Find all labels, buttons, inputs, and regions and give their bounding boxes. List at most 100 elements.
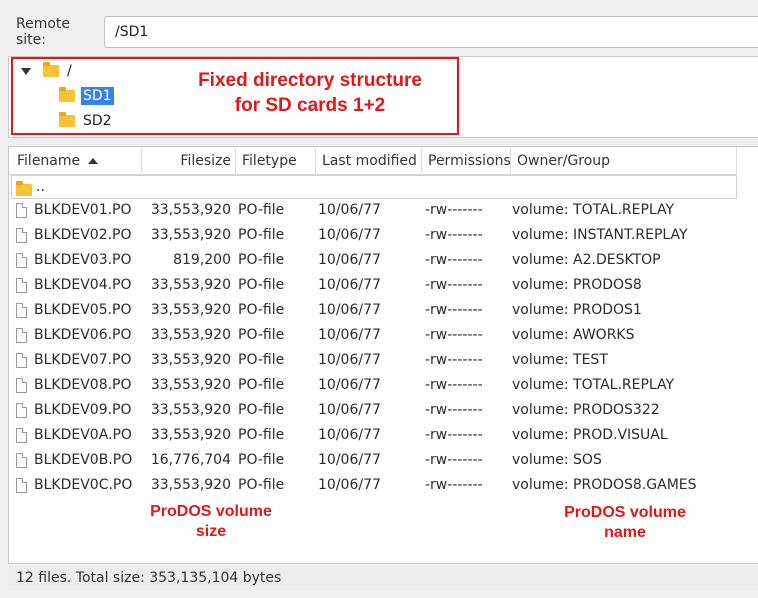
column-header-filesize[interactable]: Filesize [142, 147, 236, 175]
cell-filesize: 33,553,920 [150, 302, 231, 318]
cell-permissions: -rw------- [425, 227, 483, 243]
annotation-line: ProDOS volume [564, 504, 686, 521]
annotation-line: for SD cards 1+2 [234, 95, 386, 116]
cell-last-modified: 10/06/77 [318, 352, 381, 368]
cell-filename: BLKDEV03.PO [34, 252, 132, 268]
cell-filetype: PO-file [238, 477, 285, 493]
cell-filename: BLKDEV02.PO [34, 227, 132, 243]
column-header-label: Filename [17, 153, 81, 169]
cell-filetype: PO-file [238, 352, 285, 368]
file-icon [16, 453, 27, 468]
cell-last-modified: 10/06/77 [318, 277, 381, 293]
cell-last-modified: 10/06/77 [318, 377, 381, 393]
cell-filetype: PO-file [238, 402, 285, 418]
cell-owner-group: volume: PROD.VISUAL [512, 427, 668, 443]
parent-directory-label: .. [36, 179, 45, 195]
cell-filetype: PO-file [238, 202, 285, 218]
cell-permissions: -rw------- [425, 427, 483, 443]
table-row[interactable]: BLKDEV02.PO 33,553,920 PO-file 10/06/77 -rw-… [9, 223, 737, 248]
cell-filename: BLKDEV04.PO [34, 277, 132, 293]
table-row[interactable]: BLKDEV0B.PO 16,776,704 PO-file 10/06/77 -rw-… [9, 448, 737, 473]
cell-permissions: -rw------- [425, 277, 483, 293]
cell-filetype: PO-file [238, 427, 285, 443]
table-row[interactable]: BLKDEV07.PO 33,553,920 PO-file 10/06/77 -rw-… [9, 348, 737, 373]
cell-owner-group: volume: PRODOS8.GAMES [512, 477, 697, 493]
cell-filename: BLKDEV01.PO [34, 202, 132, 218]
file-icon [16, 253, 27, 268]
cell-filename: BLKDEV05.PO [34, 302, 132, 318]
column-header-permissions[interactable]: Permissions [422, 147, 511, 175]
cell-filesize: 33,553,920 [150, 227, 231, 243]
cell-filename: BLKDEV07.PO [34, 352, 132, 368]
cell-filesize: 33,553,920 [150, 377, 231, 393]
cell-last-modified: 10/06/77 [318, 202, 381, 218]
cell-owner-group: volume: PRODOS8 [512, 277, 642, 293]
column-header-filetype[interactable]: Filetype [236, 147, 316, 175]
column-header-last-modified[interactable]: Last modified [316, 147, 422, 175]
table-row[interactable]: BLKDEV08.PO 33,553,920 PO-file 10/06/77 -rw-… [9, 373, 737, 398]
remote-site-label: Remote site: [16, 16, 71, 48]
cell-filesize: 819,200 [173, 252, 231, 268]
cell-permissions: -rw------- [425, 452, 483, 468]
annotation-line: name [604, 524, 646, 541]
cell-owner-group: volume: PRODOS1 [512, 302, 642, 318]
column-header-filename[interactable]: Filename [9, 147, 142, 175]
status-bar: 12 files. Total size: 353,135,104 bytes [8, 566, 758, 590]
cell-filename: BLKDEV06.PO [34, 327, 132, 343]
annotation-volume-name: ProDOS volume name [550, 503, 700, 543]
table-row[interactable]: BLKDEV0A.PO 33,553,920 PO-file 10/06/77 -rw-… [9, 423, 737, 448]
cell-permissions: -rw------- [425, 252, 483, 268]
column-header-owner-group[interactable]: Owner/Group [511, 147, 737, 175]
cell-filesize: 33,553,920 [150, 352, 231, 368]
cell-last-modified: 10/06/77 [318, 252, 381, 268]
cell-owner-group: volume: PRODOS322 [512, 402, 660, 418]
file-icon [16, 203, 27, 218]
cell-filename: BLKDEV0C.PO [34, 477, 133, 493]
file-icon [16, 403, 27, 418]
file-icon [16, 378, 27, 393]
cell-owner-group: volume: TOTAL.REPLAY [512, 202, 675, 218]
remote-site-input[interactable] [104, 16, 758, 48]
cell-owner-group: volume: TEST [512, 352, 608, 368]
cell-filesize: 16,776,704 [150, 452, 231, 468]
cell-permissions: -rw------- [425, 202, 483, 218]
cell-filesize: 33,553,920 [150, 427, 231, 443]
cell-filetype: PO-file [238, 227, 285, 243]
cell-owner-group: volume: A2.DESKTOP [512, 252, 661, 268]
cell-filename: BLKDEV0A.PO [34, 427, 132, 443]
table-row[interactable]: BLKDEV06.PO 33,553,920 PO-file 10/06/77 -rw-… [9, 323, 737, 348]
file-icon [16, 303, 27, 318]
cell-last-modified: 10/06/77 [318, 302, 381, 318]
cell-filename: BLKDEV09.PO [34, 402, 132, 418]
cell-last-modified: 10/06/77 [318, 427, 381, 443]
annotation-volume-size: ProDOS volume size [136, 502, 286, 542]
remote-file-list: Filename Filesize Filetype Last modified… [8, 146, 758, 564]
cell-filetype: PO-file [238, 327, 285, 343]
cell-filename: BLKDEV08.PO [34, 377, 132, 393]
cell-owner-group: volume: AWORKS [512, 327, 635, 343]
annotation-line: ProDOS volume [150, 503, 272, 520]
annotation-line: Fixed directory structure [198, 70, 422, 91]
cell-permissions: -rw------- [425, 352, 483, 368]
table-row[interactable]: BLKDEV0C.PO 33,553,920 PO-file 10/06/77 -rw-… [9, 473, 737, 498]
cell-filesize: 33,553,920 [150, 277, 231, 293]
parent-directory-row[interactable]: .. [11, 175, 737, 199]
cell-last-modified: 10/06/77 [318, 477, 381, 493]
annotation-line: size [195, 523, 227, 540]
remote-site-bar: Remote site: [8, 14, 758, 50]
table-row[interactable]: BLKDEV05.PO 33,553,920 PO-file 10/06/77 -rw-… [9, 298, 737, 323]
annotation-directory-structure: Fixed directory structure for SD cards 1… [170, 68, 450, 118]
cell-filesize: 33,553,920 [150, 327, 231, 343]
table-row[interactable]: BLKDEV04.PO 33,553,920 PO-file 10/06/77 -rw-… [9, 273, 737, 298]
file-icon [16, 228, 27, 243]
cell-filetype: PO-file [238, 302, 285, 318]
table-row[interactable]: BLKDEV09.PO 33,553,920 PO-file 10/06/77 -rw-… [9, 398, 737, 423]
cell-filetype: PO-file [238, 377, 285, 393]
file-icon [16, 478, 27, 493]
cell-permissions: -rw------- [425, 402, 483, 418]
cell-filesize: 33,553,920 [150, 477, 231, 493]
table-row[interactable]: BLKDEV01.PO 33,553,920 PO-file 10/06/77 -rw-… [9, 198, 737, 223]
table-row[interactable]: BLKDEV03.PO 819,200 PO-file 10/06/77 -rw----… [9, 248, 737, 273]
cell-filesize: 33,553,920 [150, 402, 231, 418]
file-icon [16, 278, 27, 293]
